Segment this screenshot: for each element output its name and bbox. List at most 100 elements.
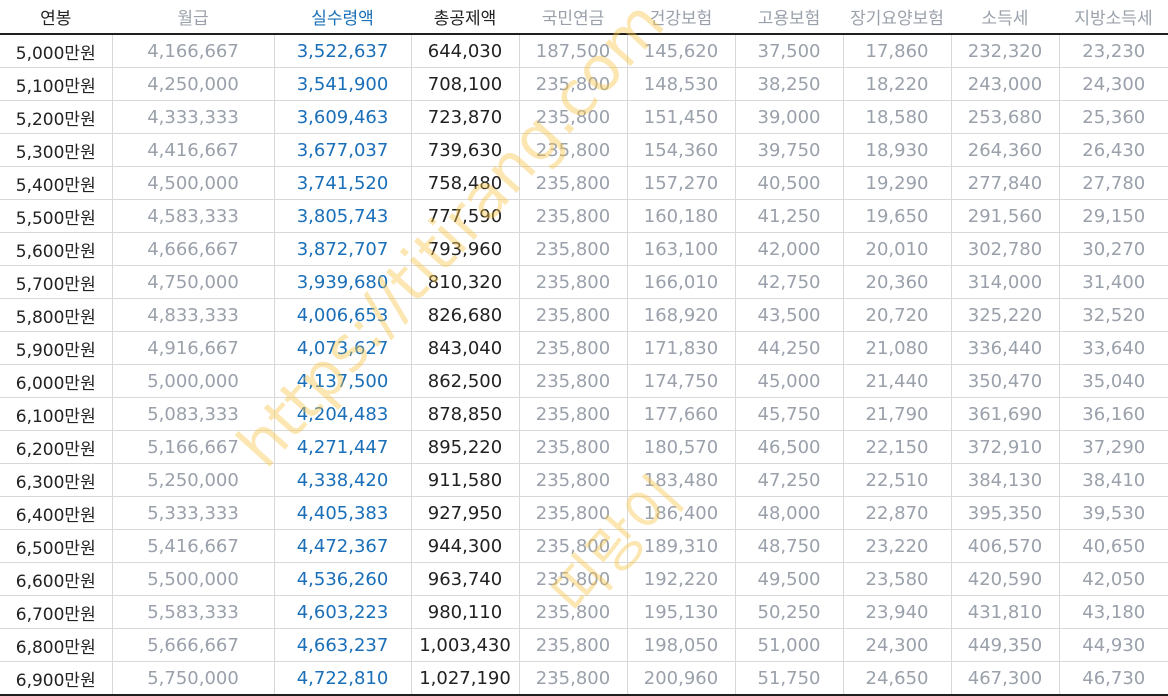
cell-health-insurance: 166,010	[627, 265, 736, 299]
cell-health-insurance: 163,100	[627, 232, 736, 266]
cell-health-insurance: 168,920	[627, 298, 736, 332]
cell-long-term-care: 21,080	[843, 331, 952, 365]
table-row: 6,800만원 5,666,667 4,663,237 1,003,430 235,80…	[0, 628, 1168, 662]
cell-employment-insurance: 37,500	[735, 34, 844, 68]
cell-long-term-care: 17,860	[843, 34, 952, 68]
cell-income-tax: 314,000	[951, 265, 1060, 299]
cell-net-pay: 4,405,383	[274, 496, 412, 530]
cell-health-insurance: 174,750	[627, 364, 736, 398]
cell-income-tax: 277,840	[951, 166, 1060, 200]
cell-net-pay: 3,939,680	[274, 265, 412, 299]
cell-health-insurance: 160,180	[627, 199, 736, 233]
cell-annual-salary: 6,300만원	[0, 463, 113, 497]
cell-national-pension: 235,800	[519, 133, 628, 167]
cell-local-income-tax: 36,160	[1059, 397, 1168, 431]
col-header-total-deduction: 총공제액	[411, 0, 520, 35]
cell-net-pay: 4,472,367	[274, 529, 412, 563]
cell-employment-insurance: 51,000	[735, 628, 844, 662]
cell-annual-salary: 5,000만원	[0, 34, 113, 68]
cell-total-deduction: 826,680	[411, 298, 520, 332]
col-header-national-pension: 국민연금	[519, 0, 628, 35]
cell-income-tax: 253,680	[951, 100, 1060, 134]
cell-net-pay: 4,663,237	[274, 628, 412, 662]
cell-total-deduction: 895,220	[411, 430, 520, 464]
cell-annual-salary: 5,500만원	[0, 199, 113, 233]
cell-health-insurance: 186,400	[627, 496, 736, 530]
cell-local-income-tax: 42,050	[1059, 562, 1168, 596]
cell-long-term-care: 23,220	[843, 529, 952, 563]
cell-total-deduction: 944,300	[411, 529, 520, 563]
table-row: 5,000만원 4,166,667 3,522,637 644,030 187,500 1…	[0, 34, 1168, 68]
cell-health-insurance: 148,530	[627, 67, 736, 101]
cell-employment-insurance: 39,000	[735, 100, 844, 134]
cell-income-tax: 291,560	[951, 199, 1060, 233]
cell-health-insurance: 183,480	[627, 463, 736, 497]
table-row: 6,000만원 5,000,000 4,137,500 862,500 235,800 1…	[0, 364, 1168, 398]
cell-income-tax: 350,470	[951, 364, 1060, 398]
cell-employment-insurance: 40,500	[735, 166, 844, 200]
table-row: 6,200만원 5,166,667 4,271,447 895,220 235,800 1…	[0, 430, 1168, 464]
cell-long-term-care: 18,220	[843, 67, 952, 101]
cell-net-pay: 4,722,810	[274, 661, 412, 696]
col-header-employment-insurance: 고용보험	[735, 0, 844, 35]
cell-employment-insurance: 51,750	[735, 661, 844, 696]
cell-monthly-salary: 5,083,333	[112, 397, 275, 431]
cell-net-pay: 4,073,627	[274, 331, 412, 365]
cell-annual-salary: 5,300만원	[0, 133, 113, 167]
cell-long-term-care: 20,720	[843, 298, 952, 332]
cell-employment-insurance: 47,250	[735, 463, 844, 497]
cell-income-tax: 395,350	[951, 496, 1060, 530]
cell-long-term-care: 19,290	[843, 166, 952, 200]
cell-local-income-tax: 33,640	[1059, 331, 1168, 365]
cell-total-deduction: 708,100	[411, 67, 520, 101]
cell-local-income-tax: 38,410	[1059, 463, 1168, 497]
cell-net-pay: 4,204,483	[274, 397, 412, 431]
cell-monthly-salary: 4,666,667	[112, 232, 275, 266]
cell-employment-insurance: 48,000	[735, 496, 844, 530]
cell-monthly-salary: 4,833,333	[112, 298, 275, 332]
cell-long-term-care: 21,790	[843, 397, 952, 431]
table-row: 5,700만원 4,750,000 3,939,680 810,320 235,800 1…	[0, 265, 1168, 299]
col-header-monthly-salary: 월급	[112, 0, 275, 35]
cell-income-tax: 372,910	[951, 430, 1060, 464]
cell-employment-insurance: 41,250	[735, 199, 844, 233]
cell-total-deduction: 1,003,430	[411, 628, 520, 662]
cell-income-tax: 361,690	[951, 397, 1060, 431]
header-row: 연봉 월급 실수령액 총공제액 국민연금 건강보험 고용보험 장기요양보험 소득…	[0, 0, 1168, 35]
cell-total-deduction: 980,110	[411, 595, 520, 629]
cell-local-income-tax: 35,040	[1059, 364, 1168, 398]
col-header-long-term-care: 장기요양보험	[843, 0, 952, 35]
table-row: 6,900만원 5,750,000 4,722,810 1,027,190 235,80…	[0, 661, 1168, 696]
cell-monthly-salary: 4,416,667	[112, 133, 275, 167]
table-row: 5,800만원 4,833,333 4,006,653 826,680 235,800 1…	[0, 298, 1168, 332]
cell-long-term-care: 22,870	[843, 496, 952, 530]
cell-employment-insurance: 42,750	[735, 265, 844, 299]
cell-net-pay: 4,006,653	[274, 298, 412, 332]
cell-total-deduction: 927,950	[411, 496, 520, 530]
cell-national-pension: 235,800	[519, 100, 628, 134]
table-body: 5,000만원 4,166,667 3,522,637 644,030 187,500 1…	[0, 34, 1168, 696]
cell-national-pension: 235,800	[519, 265, 628, 299]
cell-total-deduction: 723,870	[411, 100, 520, 134]
cell-national-pension: 235,800	[519, 67, 628, 101]
cell-national-pension: 235,800	[519, 364, 628, 398]
cell-local-income-tax: 44,930	[1059, 628, 1168, 662]
cell-employment-insurance: 45,000	[735, 364, 844, 398]
cell-national-pension: 235,800	[519, 199, 628, 233]
table-row: 5,300만원 4,416,667 3,677,037 739,630 235,800 1…	[0, 133, 1168, 167]
cell-annual-salary: 6,800만원	[0, 628, 113, 662]
cell-long-term-care: 19,650	[843, 199, 952, 233]
cell-monthly-salary: 5,166,667	[112, 430, 275, 464]
cell-net-pay: 4,338,420	[274, 463, 412, 497]
cell-net-pay: 3,872,707	[274, 232, 412, 266]
col-header-income-tax: 소득세	[951, 0, 1060, 35]
cell-employment-insurance: 44,250	[735, 331, 844, 365]
cell-health-insurance: 154,360	[627, 133, 736, 167]
cell-income-tax: 243,000	[951, 67, 1060, 101]
cell-total-deduction: 793,960	[411, 232, 520, 266]
cell-annual-salary: 6,000만원	[0, 364, 113, 398]
salary-table: 연봉 월급 실수령액 총공제액 국민연금 건강보험 고용보험 장기요양보험 소득…	[0, 0, 1168, 696]
cell-monthly-salary: 4,750,000	[112, 265, 275, 299]
cell-local-income-tax: 29,150	[1059, 199, 1168, 233]
cell-long-term-care: 23,940	[843, 595, 952, 629]
